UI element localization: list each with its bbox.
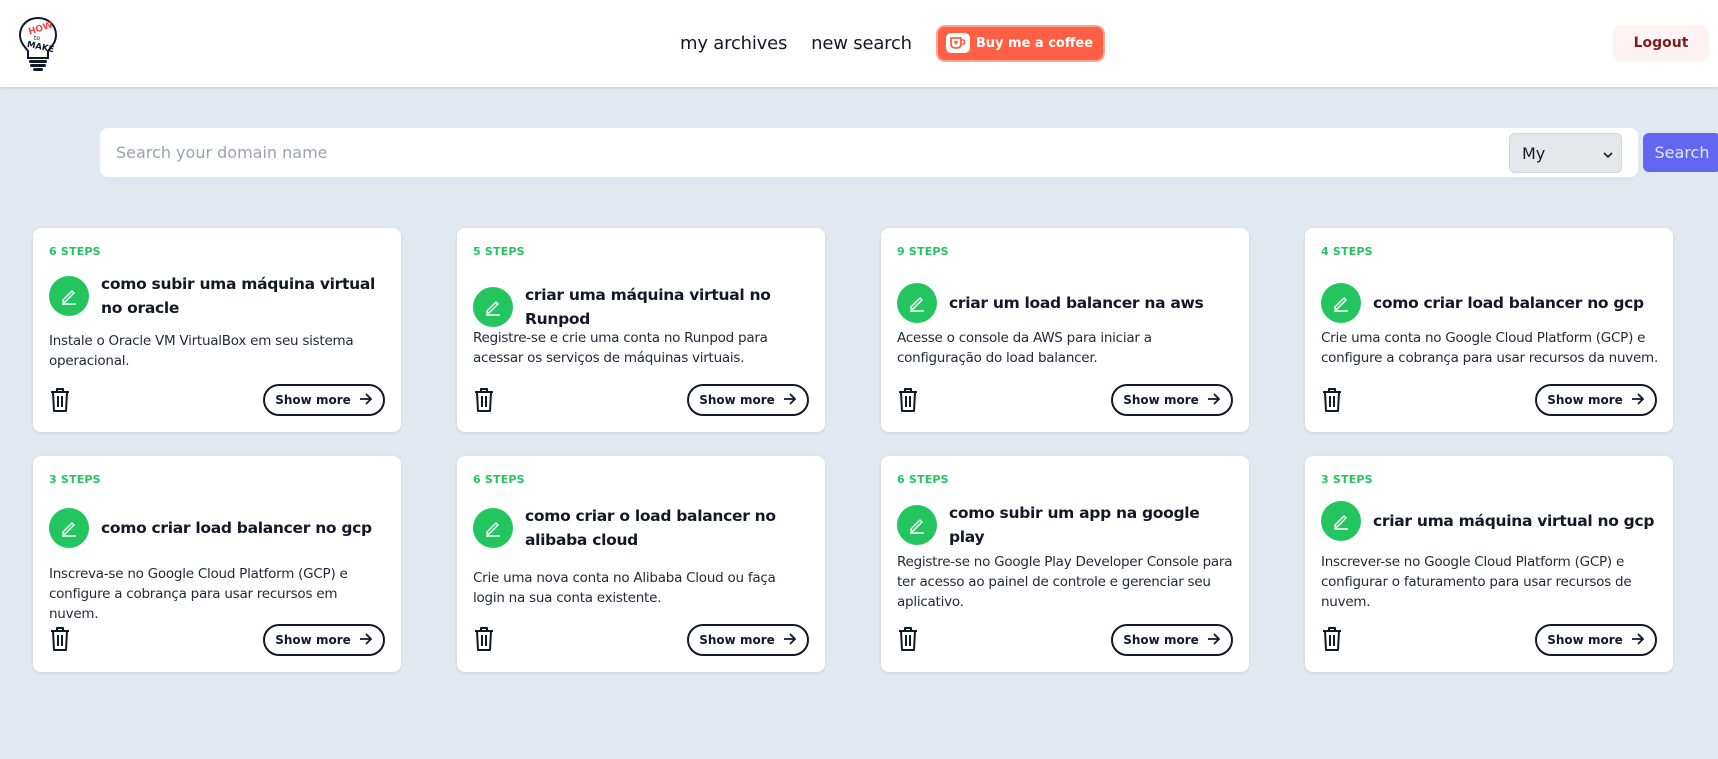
top-header: HOW to MAKE my archives new search Buy m… xyxy=(0,0,1718,87)
card-title: criar um load balancer na aws xyxy=(949,294,1204,312)
arrow-right-icon xyxy=(783,632,797,648)
steps-count: 4 STEPS xyxy=(1321,245,1373,258)
card-title: como criar load balancer no gcp xyxy=(101,519,372,537)
show-more-button[interactable]: Show more xyxy=(263,384,385,416)
card-description: Crie uma nova conta no Alibaba Cloud ou … xyxy=(473,570,776,606)
search-button[interactable]: Search xyxy=(1643,133,1718,172)
archive-card: 4 STEPS como criar load balancer no gcp … xyxy=(1305,228,1673,432)
archive-card: 6 STEPS como subir uma máquina virtual n… xyxy=(33,228,401,432)
show-more-label: Show more xyxy=(275,633,351,647)
trash-icon[interactable] xyxy=(47,624,73,654)
card-description: Registre-se no Google Play Developer Con… xyxy=(897,554,1233,610)
steps-count: 3 STEPS xyxy=(49,473,101,486)
trash-icon[interactable] xyxy=(895,385,921,415)
show-more-label: Show more xyxy=(699,393,775,407)
pencil-icon[interactable] xyxy=(1321,283,1361,323)
card-description: Acesse o console da AWS para iniciar a c… xyxy=(897,330,1152,366)
select-value: My xyxy=(1522,143,1546,163)
arrow-right-icon xyxy=(359,392,373,408)
steps-count: 6 STEPS xyxy=(897,473,949,486)
logo-icon[interactable]: HOW to MAKE xyxy=(18,16,58,72)
archive-card: 3 STEPS como criar load balancer no gcp … xyxy=(33,456,401,672)
arrow-right-icon xyxy=(1631,392,1645,408)
show-more-button[interactable]: Show more xyxy=(1535,624,1657,656)
arrow-right-icon xyxy=(1207,632,1221,648)
card-title: como criar o load balancer no alibaba cl… xyxy=(525,507,776,549)
card-header: como criar load balancer no gcp xyxy=(1321,283,1661,323)
trash-icon[interactable] xyxy=(471,624,497,654)
pencil-icon[interactable] xyxy=(49,276,89,316)
arrow-right-icon xyxy=(1207,392,1221,408)
trash-icon[interactable] xyxy=(1319,385,1345,415)
card-title: criar uma máquina virtual no gcp xyxy=(1373,512,1655,530)
card-description: Registre-se e crie uma conta no Runpod p… xyxy=(473,330,768,366)
arrow-right-icon xyxy=(359,632,373,648)
card-header: como criar o load balancer no alibaba cl… xyxy=(473,504,813,552)
chevron-down-icon xyxy=(1603,144,1613,163)
card-description: Instale o Oracle VM VirtualBox em seu si… xyxy=(49,333,354,369)
card-description: Crie uma conta no Google Cloud Platform … xyxy=(1321,330,1658,366)
show-more-button[interactable]: Show more xyxy=(263,624,385,656)
trash-icon[interactable] xyxy=(1319,624,1345,654)
search-input[interactable] xyxy=(108,134,1298,171)
arrow-right-icon xyxy=(1631,632,1645,648)
archive-card: 9 STEPS criar um load balancer na aws Ac… xyxy=(881,228,1249,432)
buy-me-a-coffee-button[interactable]: Buy me a coffee xyxy=(935,24,1106,62)
main-nav: my archives new search Buy me a coffee xyxy=(680,24,1106,62)
steps-count: 9 STEPS xyxy=(897,245,949,258)
show-more-label: Show more xyxy=(1123,393,1199,407)
archive-card: 6 STEPS como subir um app na google play… xyxy=(881,456,1249,672)
logout-button[interactable]: Logout xyxy=(1613,25,1709,61)
card-header: como criar load balancer no gcp xyxy=(49,508,389,548)
card-title: como criar load balancer no gcp xyxy=(1373,294,1644,312)
card-title: como subir uma máquina virtual no oracle xyxy=(101,275,376,317)
card-header: como subir um app na google play xyxy=(897,501,1237,549)
arrow-right-icon xyxy=(783,392,797,408)
card-header: criar uma máquina virtual no Runpod xyxy=(473,283,813,331)
pencil-icon[interactable] xyxy=(897,505,937,545)
archive-card: 5 STEPS criar uma máquina virtual no Run… xyxy=(457,228,825,432)
pencil-icon[interactable] xyxy=(473,508,513,548)
show-more-button[interactable]: Show more xyxy=(687,384,809,416)
steps-count: 6 STEPS xyxy=(473,473,525,486)
steps-count: 3 STEPS xyxy=(1321,473,1373,486)
show-more-button[interactable]: Show more xyxy=(1111,384,1233,416)
card-title: criar uma máquina virtual no Runpod xyxy=(525,286,771,328)
steps-count: 6 STEPS xyxy=(49,245,101,258)
trash-icon[interactable] xyxy=(47,385,73,415)
card-description: Inscreva-se no Google Cloud Platform (GC… xyxy=(49,566,348,622)
card-description: Inscrever-se no Google Cloud Platform (G… xyxy=(1321,554,1632,610)
nav-my-archives[interactable]: my archives xyxy=(680,33,787,54)
show-more-button[interactable]: Show more xyxy=(1111,624,1233,656)
archive-card: 3 STEPS criar uma máquina virtual no gcp… xyxy=(1305,456,1673,672)
trash-icon[interactable] xyxy=(895,624,921,654)
card-header: criar um load balancer na aws xyxy=(897,283,1237,323)
buy-me-a-coffee-label: Buy me a coffee xyxy=(975,35,1094,51)
show-more-button[interactable]: Show more xyxy=(1535,384,1657,416)
pencil-icon[interactable] xyxy=(473,287,513,327)
card-header: como subir uma máquina virtual no oracle xyxy=(49,272,389,320)
show-more-label: Show more xyxy=(1547,393,1623,407)
coffee-cup-icon xyxy=(945,33,970,53)
archive-card: 6 STEPS como criar o load balancer no al… xyxy=(457,456,825,672)
pencil-icon[interactable] xyxy=(1321,501,1361,541)
pencil-icon[interactable] xyxy=(49,508,89,548)
show-more-label: Show more xyxy=(1123,633,1199,647)
show-more-label: Show more xyxy=(275,393,351,407)
nav-new-search[interactable]: new search xyxy=(811,33,912,54)
archive-filter-select[interactable]: My xyxy=(1509,133,1622,173)
trash-icon[interactable] xyxy=(471,385,497,415)
pencil-icon[interactable] xyxy=(897,283,937,323)
card-title: como subir um app na google play xyxy=(949,504,1200,546)
search-bar: My Search xyxy=(100,128,1718,177)
show-more-button[interactable]: Show more xyxy=(687,624,809,656)
show-more-label: Show more xyxy=(699,633,775,647)
steps-count: 5 STEPS xyxy=(473,245,525,258)
card-header: criar uma máquina virtual no gcp xyxy=(1321,501,1661,541)
show-more-label: Show more xyxy=(1547,633,1623,647)
